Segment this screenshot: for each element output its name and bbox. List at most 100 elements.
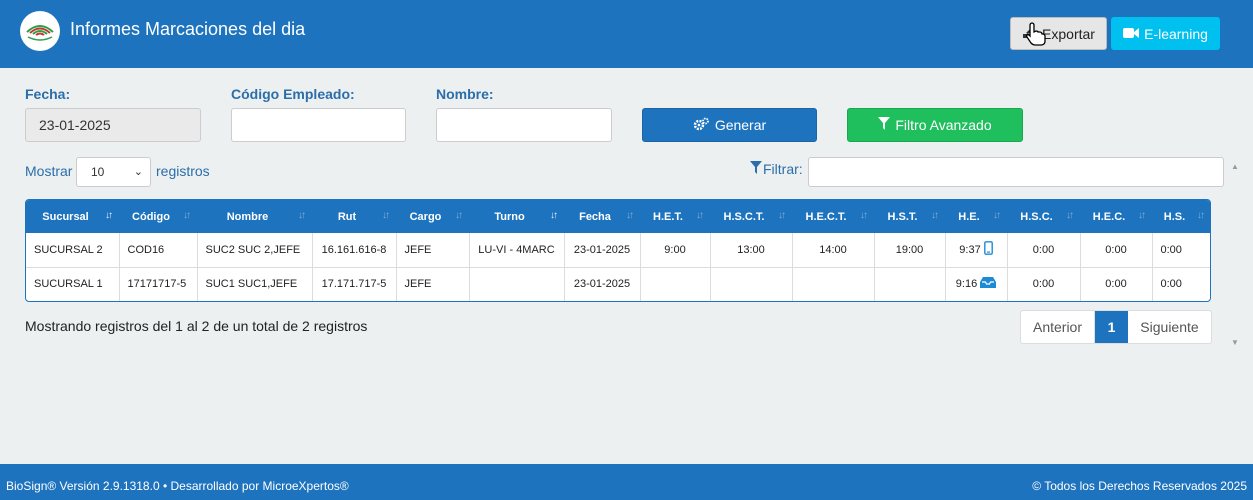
cell-het (640, 267, 711, 301)
table-row[interactable]: SUCURSAL 2 COD16 SUC2 SUC 2,JEFE 16.161.… (26, 233, 1210, 268)
sort-icon: ↓↑ (860, 210, 868, 221)
col-header-rut[interactable]: Rut ↓↑ (312, 200, 396, 233)
cell-hec: 0:00 (1080, 267, 1153, 301)
generar-button[interactable]: Generar (642, 108, 817, 142)
table-header-row: Sucursal ↓↑ Código ↓↑ Nombre ↓↑ Rut ↓↑ Cargo… (26, 200, 1210, 233)
codigo-empleado-label: Código Empleado: (231, 86, 355, 102)
col-header-he[interactable]: H.E. ↓↑ (945, 200, 1007, 233)
sort-icon: ↓↑ (626, 210, 634, 221)
tray-icon[interactable] (980, 277, 997, 291)
cell-turno: LU-VI - 4MARC (469, 233, 565, 268)
mostrar-label: Mostrar (25, 163, 73, 179)
cell-cargo: JEFE (396, 233, 470, 268)
col-header-fecha[interactable]: Fecha ↓↑ (564, 200, 640, 233)
generar-button-label: Generar (714, 117, 767, 133)
sort-icon: ↓↑ (298, 210, 306, 221)
cell-cargo: JEFE (396, 267, 470, 301)
filtro-avanzado-button-label: Filtro Avanzado (895, 117, 992, 133)
col-header-codigo[interactable]: Código ↓↑ (119, 200, 197, 233)
sort-icon: ↓↑ (105, 210, 113, 221)
export-button[interactable]: Exportar (1010, 17, 1107, 50)
pagination: Anterior 1 Siguiente (1020, 310, 1212, 344)
table-info: Mostrando registros del 1 al 2 de un tot… (25, 318, 368, 334)
pagination-next[interactable]: Siguiente (1128, 311, 1211, 343)
sort-icon: ↓↑ (183, 210, 191, 221)
sort-icon: ↓↑ (696, 210, 704, 221)
mobile-icon[interactable] (983, 241, 993, 258)
cell-nombre: SUC2 SUC 2,JEFE (197, 233, 313, 268)
cell-sucursal: SUCURSAL 2 (26, 233, 120, 268)
sort-icon: ↓↑ (993, 210, 1001, 221)
filter-icon (878, 117, 891, 133)
fecha-input[interactable]: 23-01-2025 (25, 108, 201, 142)
cell-he-value: 9:37 (959, 243, 981, 256)
cell-sucursal: SUCURSAL 1 (26, 267, 120, 301)
video-camera-icon (1123, 26, 1140, 42)
page-title: Informes Marcaciones del dia (70, 19, 306, 39)
sort-icon: ↓↑ (382, 210, 390, 221)
top-bar: Informes Marcaciones del dia Exportar E-… (0, 0, 1253, 68)
sort-icon: ↓↑ (778, 210, 786, 221)
sort-icon: ↓↑ (931, 210, 939, 221)
cell-hsc: 0:00 (1007, 233, 1081, 268)
col-header-hect[interactable]: H.E.C.T. ↓↑ (792, 200, 874, 233)
export-button-label: Exportar (1042, 25, 1095, 42)
sort-icon: ↓↑ (550, 210, 558, 221)
cell-hsct: 13:00 (710, 233, 793, 268)
gears-icon (693, 117, 709, 134)
cell-hsct (710, 267, 793, 301)
cell-he: 9:37 (945, 233, 1008, 268)
cell-hect: 14:00 (792, 233, 875, 268)
sort-icon: ↓↑ (1138, 210, 1146, 221)
codigo-empleado-input[interactable] (231, 108, 406, 142)
col-header-nombre[interactable]: Nombre ↓↑ (197, 200, 312, 233)
cell-hsc: 0:00 (1007, 267, 1081, 301)
cell-nombre: SUC1 SUC1,JEFE (197, 267, 313, 301)
footer-version: BioSign® Versión 2.9.1318.0 • Desarrolla… (6, 479, 349, 493)
col-header-hsc[interactable]: H.S.C. ↓↑ (1007, 200, 1080, 233)
fecha-label: Fecha: (25, 86, 71, 102)
cell-hst (874, 267, 946, 301)
cell-rut: 17.171.717-5 (312, 267, 397, 301)
filtro-avanzado-button[interactable]: Filtro Avanzado (847, 108, 1023, 142)
sort-icon: ↓↑ (455, 210, 463, 221)
col-header-hs[interactable]: H.S. ↓↑ (1152, 200, 1210, 233)
sort-icon: ↓↑ (1066, 210, 1074, 221)
col-header-cargo[interactable]: Cargo ↓↑ (396, 200, 469, 233)
cell-hs: 0:00 (1160, 278, 1182, 291)
filtrar-input[interactable] (808, 157, 1224, 187)
table-row[interactable]: SUCURSAL 1 17171717-5 SUC1 SUC1,JEFE 17.… (26, 267, 1210, 301)
cell-fecha: 23-01-2025 (564, 267, 641, 301)
cell-hec: 0:00 (1080, 233, 1153, 268)
col-header-hec[interactable]: H.E.C. ↓↑ (1080, 200, 1152, 233)
footer-copyright: © Todos los Derechos Reservados 2025 (1032, 479, 1247, 493)
col-header-hst[interactable]: H.S.T. ↓↑ (874, 200, 945, 233)
filtrar-label: Filtrar: (763, 161, 803, 177)
biosign-logo (20, 11, 60, 51)
scroll-down-arrow-icon[interactable]: ▼ (1231, 338, 1239, 347)
col-header-turno[interactable]: Turno ↓↑ (469, 200, 564, 233)
cell-he-value: 9:16 (955, 278, 978, 291)
filtrar-label-group: Filtrar: (750, 161, 803, 177)
nombre-label: Nombre: (436, 86, 494, 102)
cell-het: 9:00 (640, 233, 711, 268)
sort-icon: ↓↑ (1197, 210, 1205, 221)
col-header-sucursal[interactable]: Sucursal ↓↑ (26, 200, 119, 233)
cell-codigo: 17171717-5 (119, 267, 198, 301)
chevron-down-icon: ⌄ (133, 166, 143, 178)
elearning-button[interactable]: E-learning (1111, 17, 1220, 50)
elearning-button-label: E-learning (1144, 25, 1208, 42)
cell-fecha: 23-01-2025 (564, 233, 641, 268)
cell-rut: 16.161.616-8 (312, 233, 397, 268)
page-size-select[interactable]: 10 ⌄ (76, 157, 151, 187)
cell-hs: 0:00 (1152, 233, 1210, 268)
cell-codigo: COD16 (119, 233, 198, 268)
cell-hect (792, 267, 875, 301)
nombre-input[interactable] (436, 108, 612, 142)
scroll-up-arrow-icon[interactable]: ▲ (1231, 162, 1239, 171)
pagination-previous[interactable]: Anterior (1021, 311, 1095, 343)
col-header-hsct[interactable]: H.S.C.T. ↓↑ (710, 200, 792, 233)
pagination-page-1[interactable]: 1 (1095, 311, 1128, 343)
records-table: Sucursal ↓↑ Código ↓↑ Nombre ↓↑ Rut ↓↑ Cargo… (25, 199, 1211, 302)
col-header-het[interactable]: H.E.T. ↓↑ (640, 200, 710, 233)
